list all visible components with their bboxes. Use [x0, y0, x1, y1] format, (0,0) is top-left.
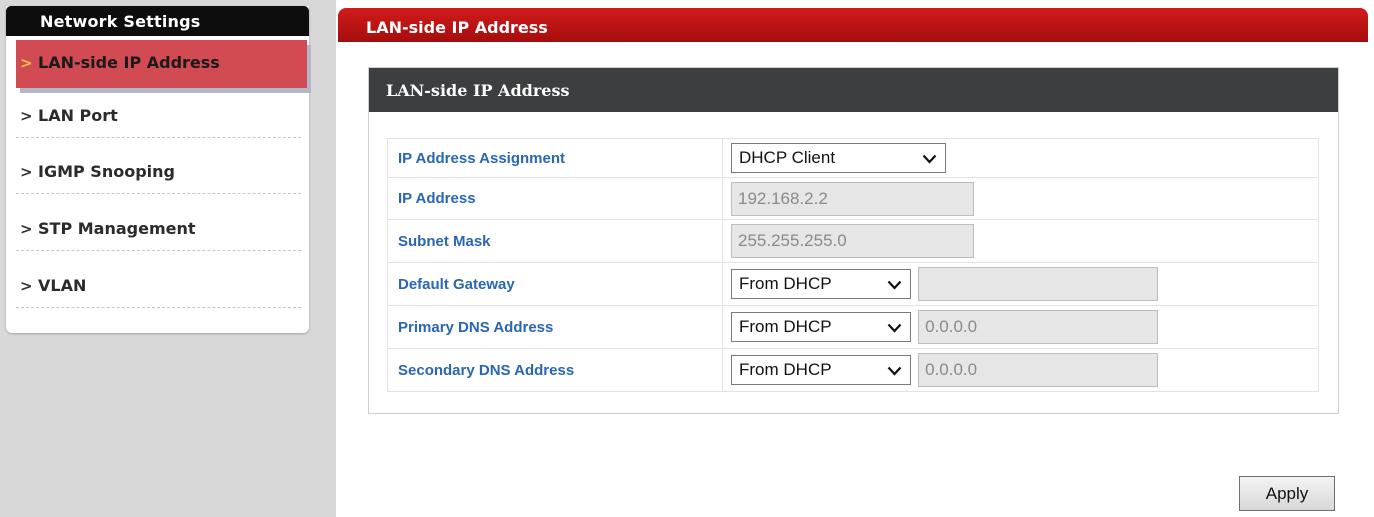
primary-dns-mode-select[interactable]: From DHCP	[731, 312, 911, 342]
ip-address-cell: 192.168.2.2	[722, 177, 1319, 220]
subnet-mask-input[interactable]: 255.255.255.0	[731, 224, 974, 258]
table-row: IP Address Assignment DHCP Client	[387, 138, 1319, 178]
sidebar-header: Network Settings	[6, 6, 309, 36]
table-row: Subnet Mask 255.255.255.0	[387, 219, 1319, 263]
sidebar-item-igmp-snooping[interactable]: > IGMP Snooping	[16, 153, 301, 194]
primary-dns-label: Primary DNS Address	[387, 305, 723, 349]
subnet-mask-cell: 255.255.255.0	[722, 219, 1319, 263]
chevron-down-icon	[887, 366, 902, 376]
table-row: Primary DNS Address From DHCP 0.0.0.0	[387, 305, 1319, 349]
secondary-dns-cell: From DHCP 0.0.0.0	[722, 348, 1319, 392]
default-gateway-input[interactable]	[918, 267, 1159, 301]
secondary-dns-mode: From DHCP	[739, 360, 832, 379]
chevron-right-icon: >	[20, 54, 33, 72]
ip-assignment-label: IP Address Assignment	[387, 138, 723, 178]
sidebar-item-stp-management[interactable]: > STP Management	[16, 210, 301, 251]
page-title: LAN-side IP Address	[366, 18, 548, 37]
primary-dns-mode: From DHCP	[739, 317, 832, 336]
table-row: IP Address 192.168.2.2	[387, 177, 1319, 220]
primary-dns-cell: From DHCP 0.0.0.0	[722, 305, 1319, 349]
sidebar-item-lan-side-ip-address[interactable]: > LAN-side IP Address	[16, 40, 307, 88]
ip-address-label: IP Address	[387, 177, 723, 220]
sidebar-item-label: LAN-side IP Address	[38, 53, 220, 72]
panel-title: LAN-side IP Address	[386, 81, 570, 100]
ip-assignment-select[interactable]: DHCP Client	[731, 143, 946, 173]
subnet-mask-label: Subnet Mask	[387, 219, 723, 263]
table-row: Secondary DNS Address From DHCP 0.0.0.0	[387, 348, 1319, 392]
chevron-down-icon	[887, 323, 902, 333]
sidebar-item-label: IGMP Snooping	[38, 162, 175, 181]
ip-assignment-cell: DHCP Client	[722, 138, 1319, 178]
secondary-dns-mode-select[interactable]: From DHCP	[731, 355, 911, 385]
ip-address-input[interactable]: 192.168.2.2	[731, 181, 974, 216]
sidebar-item-vlan[interactable]: > VLAN	[16, 267, 301, 308]
secondary-dns-label: Secondary DNS Address	[387, 348, 723, 392]
chevron-right-icon: >	[20, 107, 33, 125]
chevron-right-icon: >	[20, 220, 33, 238]
sidebar-item-label: STP Management	[38, 219, 196, 238]
primary-dns-input[interactable]: 0.0.0.0	[918, 310, 1159, 344]
secondary-dns-input[interactable]: 0.0.0.0	[918, 353, 1159, 387]
default-gateway-mode-select[interactable]: From DHCP	[731, 269, 911, 299]
apply-button[interactable]: Apply	[1239, 476, 1335, 511]
table-row: Default Gateway From DHCP	[387, 262, 1319, 306]
sidebar-item-label: LAN Port	[38, 106, 118, 125]
ip-assignment-value: DHCP Client	[739, 148, 836, 167]
page-header: LAN-side IP Address	[338, 8, 1368, 42]
default-gateway-mode: From DHCP	[739, 274, 832, 293]
default-gateway-cell: From DHCP	[722, 262, 1319, 306]
sidebar-item-lan-port[interactable]: > LAN Port	[16, 97, 301, 138]
chevron-down-icon	[922, 154, 937, 164]
settings-table: IP Address Assignment DHCP Client IP Add…	[387, 138, 1319, 392]
default-gateway-label: Default Gateway	[387, 262, 723, 306]
chevron-down-icon	[887, 280, 902, 290]
sidebar-menu: Network Settings > LAN-side IP Address >…	[6, 6, 309, 333]
sidebar-header-title: Network Settings	[40, 12, 201, 31]
settings-panel: LAN-side IP Address IP Address Assignmen…	[368, 67, 1339, 414]
sidebar-item-label: VLAN	[38, 276, 87, 295]
chevron-right-icon: >	[20, 277, 33, 295]
panel-title-bar: LAN-side IP Address	[369, 68, 1338, 112]
chevron-right-icon: >	[20, 163, 33, 181]
